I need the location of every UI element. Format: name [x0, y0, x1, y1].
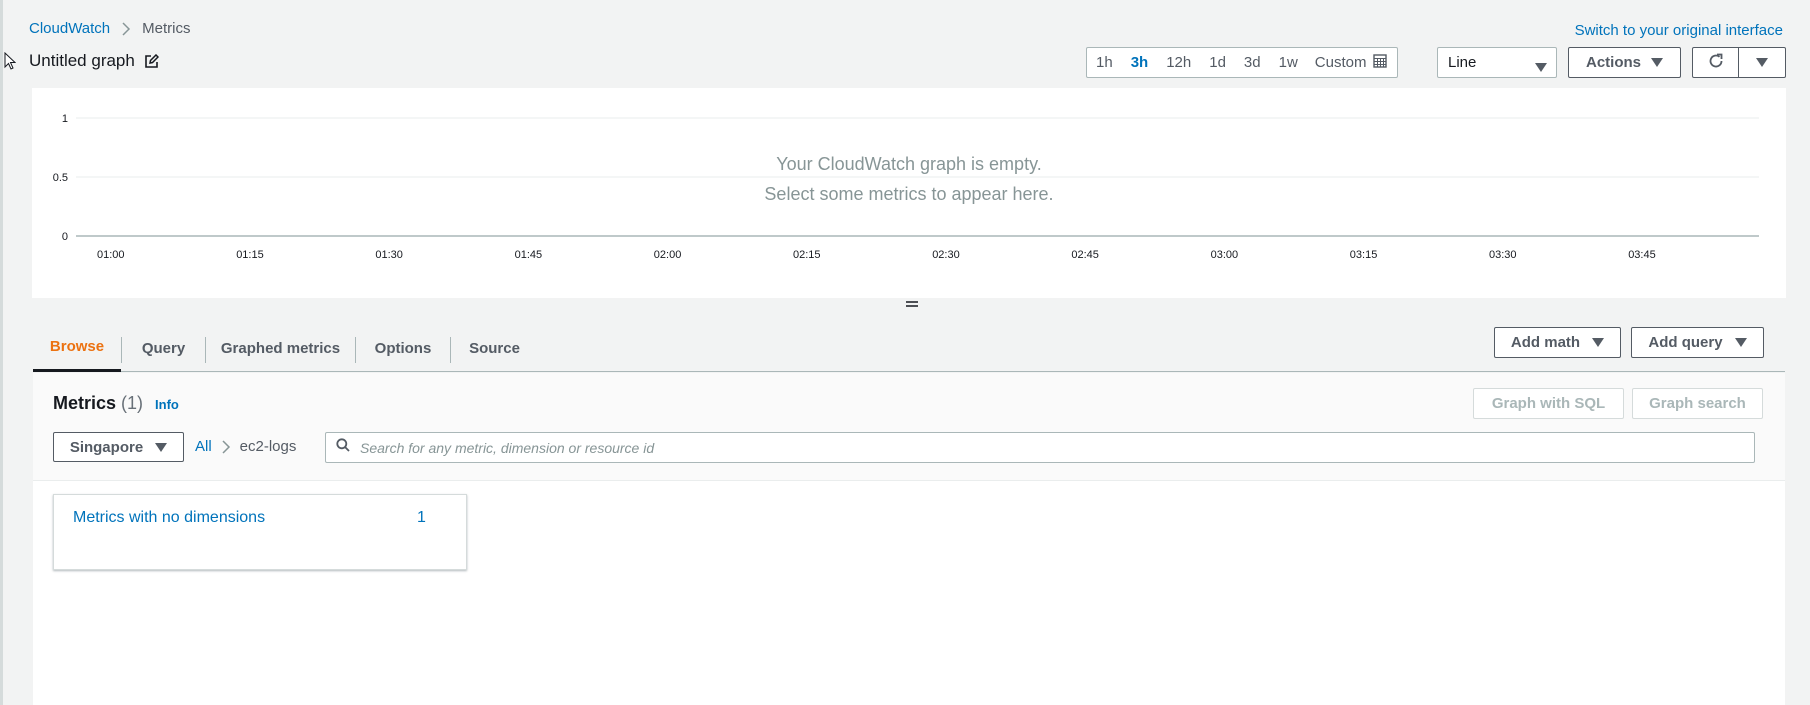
- time-range-3h[interactable]: 3h: [1122, 48, 1158, 77]
- tab-options[interactable]: Options: [356, 324, 450, 372]
- y-tick-label: 0: [62, 231, 68, 243]
- x-tick-label: 02:00: [654, 249, 682, 261]
- resize-handle-icon[interactable]: [905, 296, 919, 314]
- caret-down-icon: [1592, 334, 1605, 351]
- metric-group-card[interactable]: Metrics with no dimensions 1: [53, 494, 467, 570]
- x-tick-label: 02:45: [1071, 249, 1099, 261]
- graph-empty-message: Your CloudWatch graph is empty.: [776, 154, 1042, 174]
- time-range-12h[interactable]: 12h: [1157, 48, 1200, 77]
- x-tick-label: 01:45: [515, 249, 543, 261]
- tab-graphed-metrics[interactable]: Graphed metrics: [206, 324, 355, 372]
- caret-down-icon: [1651, 54, 1663, 71]
- tab-browse[interactable]: Browse: [33, 324, 121, 372]
- edit-icon[interactable]: [144, 53, 159, 69]
- tab-query[interactable]: Query: [122, 324, 205, 372]
- x-tick-label: 01:00: [97, 249, 125, 261]
- breadcrumb-current: Metrics: [142, 20, 191, 37]
- browse-panel: Metrics (1) Info Graph with SQL Graph se…: [33, 373, 1785, 705]
- graph-title-row: Untitled graph: [29, 51, 159, 71]
- namespace-breadcrumb: All ec2-logs: [195, 438, 296, 455]
- graph-search-button[interactable]: Graph search: [1632, 388, 1763, 419]
- chevron-right-icon: [221, 439, 231, 454]
- graph-empty-hint: Select some metrics to appear here.: [764, 184, 1054, 204]
- search-icon: [336, 438, 350, 457]
- caret-down-icon: [155, 439, 168, 456]
- x-tick-label: 02:30: [932, 249, 960, 261]
- caret-down-icon: [1535, 59, 1547, 76]
- cloudwatch-metrics-page: CloudWatch Metrics Switch to your origin…: [0, 0, 1810, 705]
- x-tick-label: 02:15: [793, 249, 821, 261]
- add-math-label: Add math: [1510, 334, 1581, 351]
- add-math-button[interactable]: Add math: [1494, 327, 1621, 358]
- refresh-button[interactable]: [1692, 47, 1739, 78]
- metrics-heading: Metrics (1) Info: [53, 393, 179, 414]
- info-link[interactable]: Info: [155, 397, 179, 412]
- refresh-button-group: [1692, 47, 1786, 78]
- y-tick-label: 1: [62, 113, 68, 125]
- breadcrumb-cloudwatch-link[interactable]: CloudWatch: [29, 20, 110, 37]
- time-range-1d[interactable]: 1d: [1200, 48, 1235, 77]
- x-tick-label: 03:00: [1211, 249, 1239, 261]
- tab-source[interactable]: Source: [451, 324, 538, 372]
- refresh-options-dropdown[interactable]: [1739, 47, 1786, 78]
- add-query-button[interactable]: Add query: [1631, 327, 1764, 358]
- x-tick-label: 01:30: [375, 249, 403, 261]
- namespace-all-link[interactable]: All: [195, 438, 212, 455]
- caret-down-icon: [1734, 334, 1747, 351]
- namespace-current: ec2-logs: [239, 438, 297, 455]
- actions-button[interactable]: Actions: [1568, 47, 1681, 78]
- x-tick-label: 03:45: [1628, 249, 1656, 261]
- calendar-icon: [1373, 53, 1388, 72]
- graph-panel: 1 0.5 0 01:00 01:15 01:30 01:45 02:00 02:15 02:30…: [32, 88, 1786, 298]
- mouse-pointer-icon: [4, 51, 17, 75]
- time-range-custom[interactable]: Custom: [1307, 48, 1398, 77]
- actions-label: Actions: [1585, 54, 1641, 71]
- browse-header: Metrics (1) Info Graph with SQL Graph se…: [33, 373, 1785, 481]
- metric-search-input[interactable]: [360, 439, 1754, 456]
- metric-group-name[interactable]: Metrics with no dimensions: [73, 509, 265, 527]
- chevron-right-icon: [121, 21, 131, 36]
- time-range-1w[interactable]: 1w: [1270, 48, 1307, 77]
- metrics-title: Metrics: [53, 393, 117, 413]
- region-value: Singapore: [69, 438, 144, 456]
- add-query-label: Add query: [1648, 334, 1723, 351]
- switch-interface-link[interactable]: Switch to your original interface: [1575, 22, 1783, 39]
- chart-type-select[interactable]: Line: [1437, 47, 1557, 78]
- region-select[interactable]: Singapore: [53, 432, 184, 462]
- refresh-icon: [1708, 53, 1724, 73]
- chart-type-value: Line: [1448, 54, 1477, 71]
- caret-down-icon: [1756, 54, 1768, 71]
- time-range-3d[interactable]: 3d: [1235, 48, 1270, 77]
- time-range-1h[interactable]: 1h: [1087, 48, 1122, 77]
- time-range-selector: 1h 3h 12h 1d 3d 1w Custom: [1086, 47, 1399, 78]
- custom-label: Custom: [1314, 54, 1367, 71]
- x-tick-label: 01:15: [236, 249, 264, 261]
- x-tick-label: 03:30: [1489, 249, 1517, 261]
- metric-search: [325, 432, 1755, 463]
- metrics-count: (1): [121, 393, 144, 413]
- graph-title: Untitled graph: [29, 51, 135, 70]
- x-tick-label: 03:15: [1350, 249, 1378, 261]
- breadcrumb: CloudWatch Metrics: [29, 20, 191, 37]
- metric-group-count[interactable]: 1: [417, 509, 426, 527]
- graph-with-sql-button[interactable]: Graph with SQL: [1473, 388, 1624, 419]
